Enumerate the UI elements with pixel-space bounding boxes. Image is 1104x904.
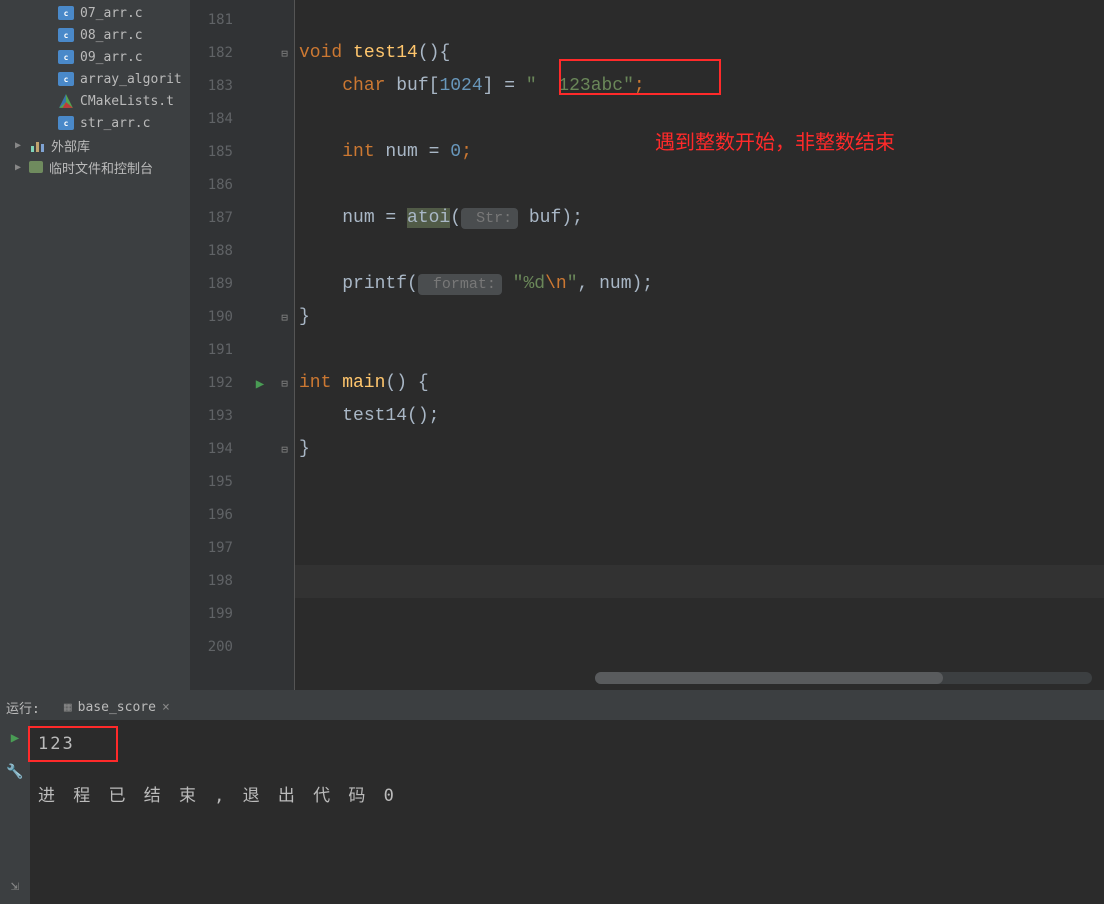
- application-icon: ▦: [64, 700, 72, 715]
- run-tool-window: 运行: ▦ base_score × ▶ 🔧 ⇲ 123 进 程 已 结 束 ,…: [0, 694, 1104, 904]
- chevron-right-icon: ▶: [15, 162, 25, 173]
- cmake-icon: [58, 94, 74, 108]
- fold-toggle[interactable]: ⊟: [275, 367, 294, 400]
- file-item[interactable]: CMakeLists.t: [0, 90, 190, 112]
- run-label: 运行:: [6, 698, 40, 717]
- library-icon: [29, 138, 45, 152]
- fold-toggle[interactable]: ⊟: [275, 37, 294, 70]
- exit-line: 进 程 已 结 束 , 退 出 代 码 0: [38, 782, 1096, 810]
- external-libs-node[interactable]: ▶ 外部库: [0, 134, 190, 156]
- line-number-gutter: 181 182 183 184 185 186 187 188 189 190 …: [190, 0, 245, 690]
- export-button[interactable]: ⇲: [11, 878, 19, 894]
- main-split: c 07_arr.c c 08_arr.c c 09_arr.c c array…: [0, 0, 1104, 690]
- c-file-icon: c: [58, 72, 74, 86]
- file-item[interactable]: c array_algorit: [0, 68, 190, 90]
- annotation-text: 遇到整数开始，非整数结束: [655, 126, 895, 155]
- run-main-button[interactable]: ▶: [245, 367, 275, 400]
- rerun-button[interactable]: ▶: [11, 730, 19, 746]
- file-item[interactable]: c 07_arr.c: [0, 2, 190, 24]
- console-output[interactable]: 123 进 程 已 结 束 , 退 出 代 码 0: [30, 720, 1104, 904]
- scrollbar-thumb[interactable]: [595, 672, 943, 684]
- c-file-icon: c: [58, 116, 74, 130]
- file-item[interactable]: c 08_arr.c: [0, 24, 190, 46]
- close-icon[interactable]: ×: [162, 700, 170, 715]
- fold-end[interactable]: ⊟: [275, 433, 294, 466]
- c-file-icon: c: [58, 50, 74, 64]
- settings-button[interactable]: 🔧: [6, 764, 23, 780]
- scratches-node[interactable]: ▶ 临时文件和控制台: [0, 156, 190, 178]
- code-content[interactable]: void test14(){ char buf[1024] = " 123abc…: [295, 0, 1104, 690]
- run-toolbar: ▶ 🔧 ⇲: [0, 720, 30, 904]
- scratch-icon: [29, 161, 43, 173]
- horizontal-scrollbar[interactable]: [595, 672, 1092, 684]
- fold-gutter: ⊟ ⊟ ⊟ ⊟: [275, 0, 295, 690]
- project-sidebar: c 07_arr.c c 08_arr.c c 09_arr.c c array…: [0, 0, 190, 690]
- c-file-icon: c: [58, 6, 74, 20]
- panel-tab-bar: 运行: ▦ base_score ×: [0, 694, 1104, 720]
- chevron-right-icon: ▶: [15, 140, 25, 151]
- run-config-tab[interactable]: ▦ base_score ×: [56, 700, 178, 715]
- file-item[interactable]: c 09_arr.c: [0, 46, 190, 68]
- output-line: 123: [38, 730, 1096, 758]
- run-gutter: ▶: [245, 0, 275, 690]
- fold-end[interactable]: ⊟: [275, 301, 294, 334]
- play-icon: ▶: [256, 376, 264, 392]
- code-editor[interactable]: 181 182 183 184 185 186 187 188 189 190 …: [190, 0, 1104, 690]
- file-item[interactable]: c str_arr.c: [0, 112, 190, 134]
- c-file-icon: c: [58, 28, 74, 42]
